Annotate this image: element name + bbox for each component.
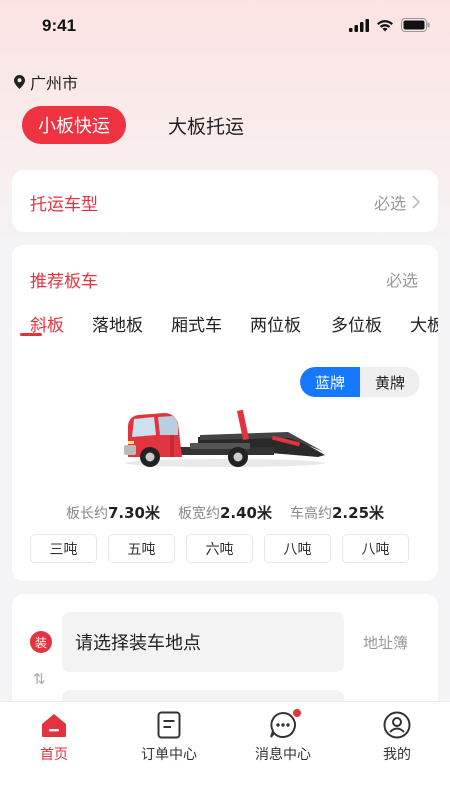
load-badge: 装 [30, 631, 52, 653]
battery-icon [401, 18, 430, 32]
address-book-button[interactable]: 地址簿 [363, 632, 408, 653]
load-location-input[interactable]: 请选择装车地点 [62, 612, 344, 672]
flatbed-truck-image [124, 409, 325, 467]
truck-specs: 板长约7.30米 板宽约2.40米 车高约2.25米 [12, 502, 438, 523]
tab-box-truck[interactable]: 厢式车 [171, 311, 222, 336]
nav-profile[interactable]: 我的 [347, 710, 447, 764]
truck-category-tabs: 斜板 落地板 厢式车 两位板 多位板 大板 [30, 311, 438, 345]
recommend-truck-card: 推荐板车 必选 斜板 落地板 厢式车 两位板 多位板 大板 蓝牌 黄牌 板长约7… [12, 245, 438, 581]
tonnage-option[interactable]: 六吨 [186, 534, 253, 563]
vehicle-type-card[interactable]: 托运车型 必选 [12, 170, 438, 232]
nav-orders-label: 订单中心 [141, 747, 197, 763]
spec-height: 车高约2.25米 [290, 504, 385, 522]
status-icons [349, 18, 430, 32]
order-icon [154, 710, 184, 740]
nav-profile-label: 我的 [383, 747, 411, 763]
profile-icon [382, 710, 412, 740]
nav-home-label: 首页 [40, 747, 68, 763]
active-tab-underline [20, 333, 42, 336]
blue-plate-option[interactable]: 蓝牌 [300, 367, 360, 397]
tab-floor-board[interactable]: 落地板 [92, 311, 143, 336]
tonnage-options: 三吨 五吨 六吨 八吨 八吨 [30, 534, 409, 563]
spec-length: 板长约7.30米 [65, 504, 160, 522]
bottom-nav: 首页 订单中心 消息中心 我的 [0, 701, 450, 800]
vehicle-type-title: 托运车型 [30, 195, 98, 215]
tonnage-option[interactable]: 五吨 [108, 534, 175, 563]
tonnage-option[interactable]: 三吨 [30, 534, 97, 563]
nav-orders[interactable]: 订单中心 [119, 710, 219, 764]
vehicle-type-required: 必选 [374, 190, 420, 214]
tab-small-board-express[interactable]: 小板快运 [22, 106, 126, 144]
message-icon [268, 708, 302, 740]
status-time: 9:41 [42, 16, 77, 35]
tonnage-option[interactable]: 八吨 [342, 534, 409, 563]
tab-large-board[interactable]: 大板 [410, 311, 438, 336]
required-label: 必选 [373, 194, 406, 213]
spec-width: 板宽约2.40米 [177, 504, 272, 522]
plate-toggle: 蓝牌 黄牌 [300, 367, 420, 397]
home-icon [39, 710, 69, 740]
status-bar: 9:41 [0, 0, 450, 54]
signal-icon [349, 18, 369, 32]
location-selector[interactable]: 广州市 [14, 70, 78, 94]
recommend-required: 必选 [385, 271, 418, 290]
mode-tabs: 小板快运 大板托运 [22, 106, 244, 144]
tonnage-option[interactable]: 八吨 [264, 534, 331, 563]
message-badge-dot [292, 708, 302, 718]
tab-large-board-shipping[interactable]: 大板托运 [168, 112, 244, 139]
nav-messages-label: 消息中心 [255, 747, 311, 763]
tab-multi-position[interactable]: 多位板 [331, 311, 382, 336]
chevron-right-icon [412, 195, 420, 209]
yellow-plate-option[interactable]: 黄牌 [360, 367, 420, 397]
wifi-icon [377, 19, 393, 31]
tab-two-position[interactable]: 两位板 [250, 311, 301, 336]
location-pin-icon [14, 75, 25, 89]
nav-messages[interactable]: 消息中心 [233, 708, 333, 764]
nav-home[interactable]: 首页 [4, 710, 104, 764]
recommend-title: 推荐板车 [30, 272, 98, 292]
swap-icon[interactable]: ⇅ [33, 670, 46, 688]
city-label: 广州市 [30, 74, 79, 93]
